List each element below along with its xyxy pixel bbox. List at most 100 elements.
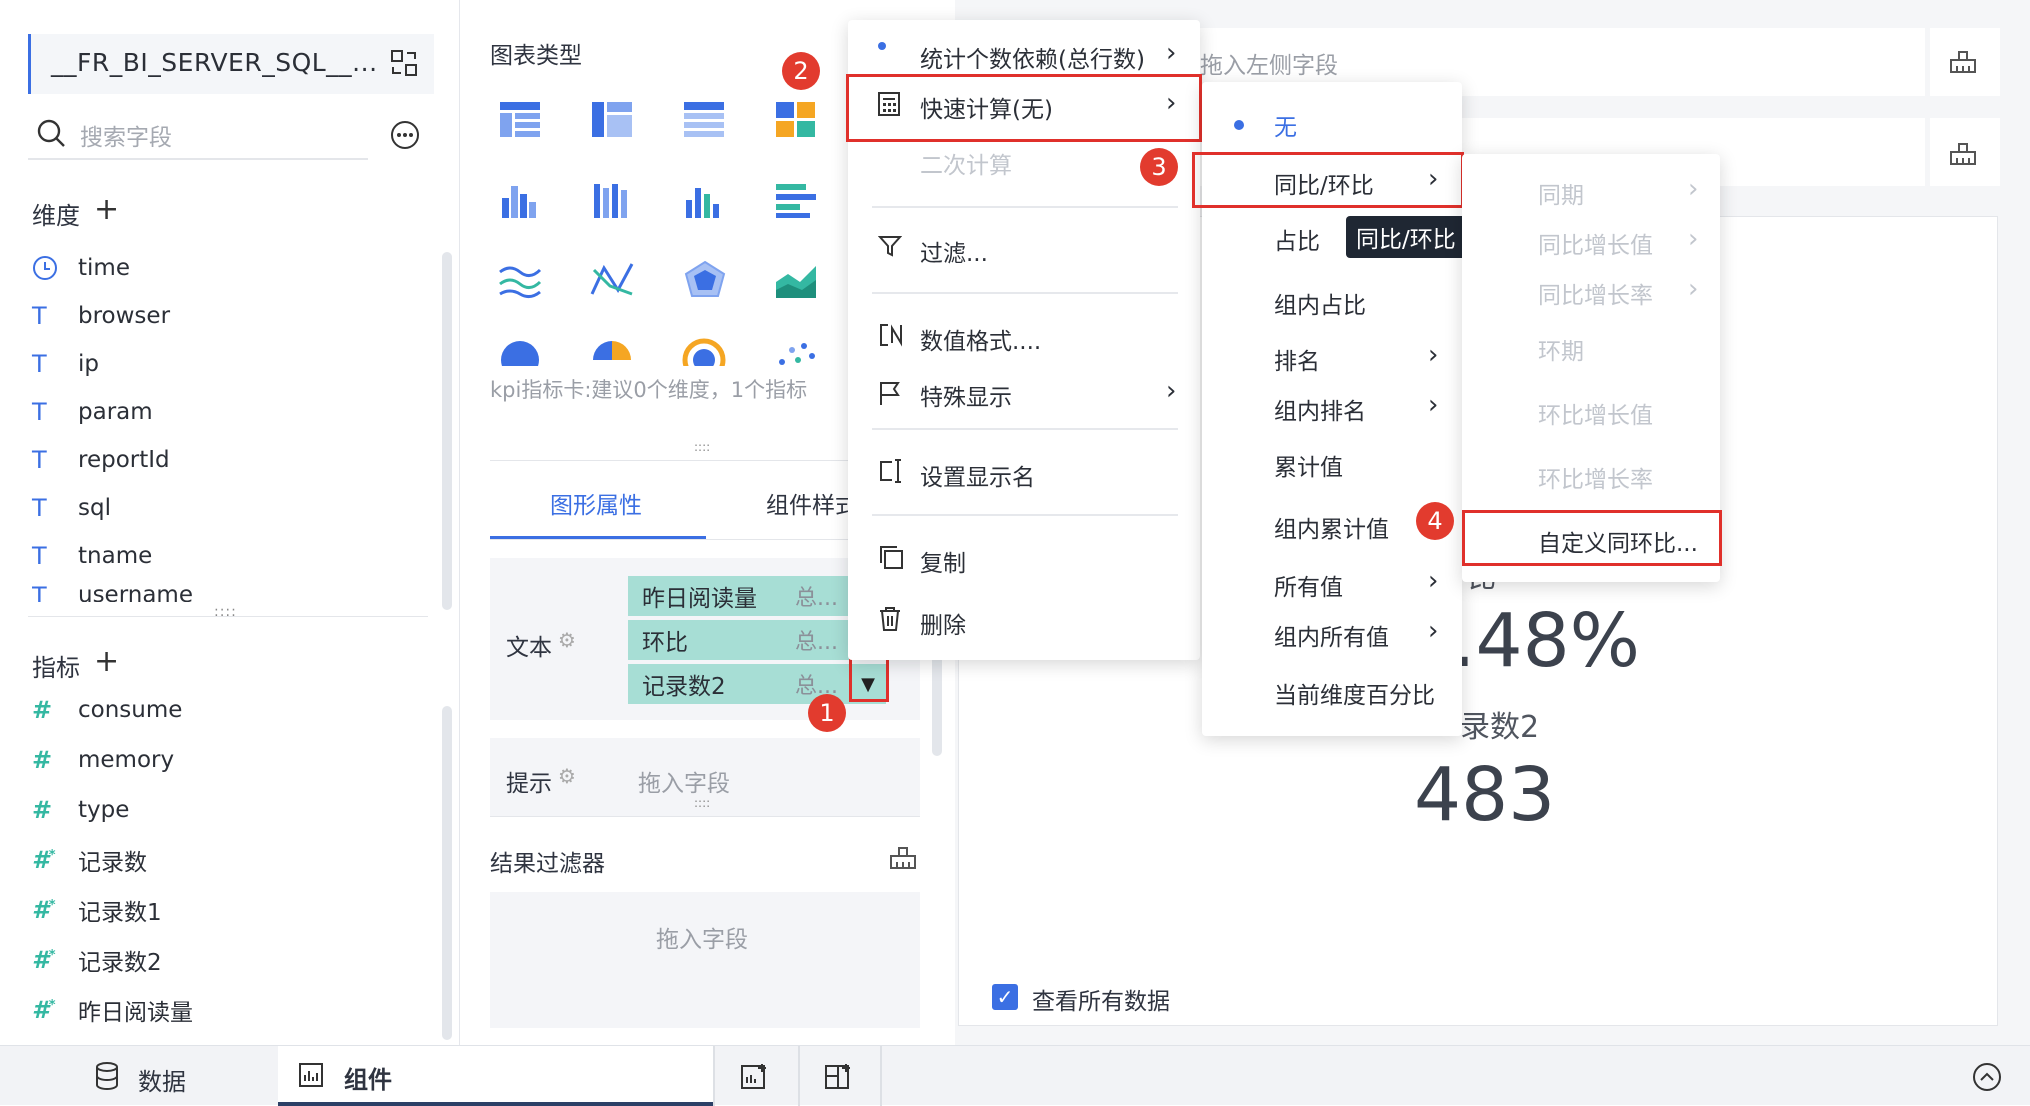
chevron-right-icon: ›	[1428, 616, 1439, 646]
more-icon[interactable]	[390, 120, 420, 150]
measure-field-label: consume	[78, 697, 183, 723]
table-chart-icon[interactable]	[498, 100, 544, 140]
calculated-number-icon: #*	[32, 996, 56, 1024]
menu-separator	[872, 514, 1178, 516]
filter-clear-icon[interactable]	[888, 842, 918, 872]
line-chart-icon[interactable]	[498, 260, 544, 300]
submenu-item-none[interactable]: 无	[1274, 108, 1297, 142]
view-all-checkbox[interactable]: ✓	[992, 984, 1018, 1010]
database-icon	[94, 1062, 120, 1090]
pie-chart-icon[interactable]	[498, 338, 544, 366]
detail-table-icon[interactable]	[682, 100, 728, 140]
dimension-field[interactable]: Tbrowser	[32, 294, 170, 338]
tab-component-style[interactable]: 组件样式	[766, 486, 856, 520]
scatter-chart-icon[interactable]	[774, 338, 820, 366]
dimension-field[interactable]: time	[32, 246, 130, 290]
horizontal-bar-icon[interactable]	[774, 180, 820, 220]
copy-icon	[878, 544, 904, 570]
add-measure-icon[interactable]: +	[94, 644, 119, 679]
add-widget-icon[interactable]	[824, 1062, 852, 1090]
dimension-field-label: ip	[78, 351, 99, 377]
kpi-value-2: 483	[1414, 752, 1556, 838]
number-type-icon: #	[32, 696, 53, 724]
dimension-field[interactable]: Ttname	[32, 534, 152, 578]
cross-table-icon[interactable]	[590, 100, 636, 140]
menu-item-filter[interactable]: 过滤...	[920, 234, 988, 268]
field-pill-label: 记录数2	[642, 674, 726, 700]
text-type-icon: T	[32, 446, 47, 474]
submenu-item-cumulative[interactable]: 累计值	[1274, 448, 1343, 482]
dimension-field[interactable]: TreportId	[32, 438, 170, 482]
switch-datasource-icon[interactable]	[389, 48, 419, 78]
menu-item-set-display-name[interactable]: 设置显示名	[920, 458, 1035, 492]
resize-handle-mid[interactable]: ::::	[694, 440, 710, 454]
tab-shape-properties[interactable]: 图形属性	[550, 486, 642, 520]
annotation-badge-1: 1	[808, 694, 846, 732]
clear-icon-2[interactable]	[1948, 138, 1978, 168]
number-type-icon: #	[32, 796, 53, 824]
measure-field[interactable]: # type	[32, 788, 129, 832]
menu-separator	[872, 206, 1178, 208]
submenu-item-group-cumulative[interactable]: 组内累计值	[1274, 510, 1389, 544]
dimension-field[interactable]: Tip	[32, 342, 99, 386]
dimension-scrollbar[interactable]	[442, 252, 452, 610]
search-input[interactable]: 搜索字段	[80, 118, 172, 152]
menu-item-count-dependency[interactable]: 统计个数依赖(总行数)	[920, 40, 1145, 74]
annotation-badge-4: 4	[1416, 502, 1454, 540]
resize-handle[interactable]: ::::	[214, 604, 237, 620]
resize-handle-mid2[interactable]: ::::	[694, 796, 710, 810]
measure-field[interactable]: #* 记录数	[32, 838, 147, 882]
text-type-icon: T	[32, 542, 47, 570]
drop-hint: 拖入左侧字段	[1200, 53, 1338, 79]
add-chart-icon[interactable]	[740, 1062, 768, 1090]
result-filter-well[interactable]	[490, 892, 920, 1028]
collapse-up-icon[interactable]	[1972, 1062, 2002, 1092]
measure-field[interactable]: #* 昨日阅读量	[32, 988, 193, 1032]
submenu-item-group-ratio[interactable]: 组内占比	[1274, 286, 1366, 320]
menu-item-number-format[interactable]: 数值格式....	[920, 322, 1041, 356]
submenu-item-group-all-values[interactable]: 组内所有值	[1274, 618, 1389, 652]
dimension-field[interactable]: Tparam	[32, 390, 153, 434]
measure-field-label: type	[78, 797, 130, 823]
menu-item-delete[interactable]: 删除	[920, 606, 966, 640]
menu-item-special-display[interactable]: 特殊显示	[920, 378, 1012, 412]
field-pill-yesterday[interactable]: 昨日阅读量 总...	[628, 576, 858, 616]
calculated-number-icon: #*	[32, 946, 56, 974]
dimension-field[interactable]: Tusername	[32, 582, 193, 602]
chart-type-label: 图表类型	[490, 43, 582, 69]
submenu-item-group-rank[interactable]: 组内排名	[1274, 392, 1366, 426]
submenu-item-dim-percent[interactable]: 当前维度百分比	[1274, 676, 1435, 710]
submenu-item-all-values[interactable]: 所有值	[1274, 568, 1343, 602]
datasource-selector[interactable]: __FR_BI_SERVER_SQL__...	[28, 34, 434, 94]
measure-scrollbar[interactable]	[442, 706, 452, 1040]
field-pill-mom[interactable]: 环比 总...	[628, 620, 858, 660]
grouped-bar-icon[interactable]	[498, 180, 544, 220]
tooltip-settings-icon[interactable]: ⚙	[558, 764, 576, 788]
submenu-item-ratio[interactable]: 占比	[1274, 222, 1320, 256]
text-type-icon: T	[32, 350, 47, 378]
dimension-field[interactable]: Tsql	[32, 486, 111, 530]
chevron-right-icon: ›	[1688, 174, 1699, 204]
check-icon: ✓	[996, 985, 1014, 1009]
kpi-card-icon[interactable]	[774, 100, 820, 140]
measure-field[interactable]: # consume	[32, 688, 182, 732]
menu-separator	[872, 428, 1178, 430]
measure-field[interactable]: #* 记录数1	[32, 888, 162, 932]
measure-field[interactable]: # memory	[32, 738, 174, 782]
measure-field[interactable]: #* 记录数2	[32, 938, 162, 982]
tab-data[interactable]: 数据	[138, 1062, 186, 1097]
rose-chart-icon[interactable]	[590, 338, 636, 366]
menu-item-copy[interactable]: 复制	[920, 544, 966, 578]
submenu-item-rank[interactable]: 排名	[1274, 342, 1320, 376]
radar-chart-icon[interactable]	[682, 260, 728, 300]
multi-pie-icon[interactable]	[682, 338, 728, 366]
add-dimension-icon[interactable]: +	[94, 192, 119, 227]
text-settings-icon[interactable]: ⚙	[558, 628, 576, 652]
divider	[713, 1046, 715, 1106]
annotation-box-1	[849, 656, 889, 702]
clear-icon-1[interactable]	[1948, 46, 1978, 76]
area-chart-icon[interactable]	[774, 260, 820, 300]
stacked-bar-icon[interactable]	[590, 180, 636, 220]
cross-line-icon[interactable]	[590, 260, 636, 300]
bar-chart-icon[interactable]	[682, 180, 728, 220]
